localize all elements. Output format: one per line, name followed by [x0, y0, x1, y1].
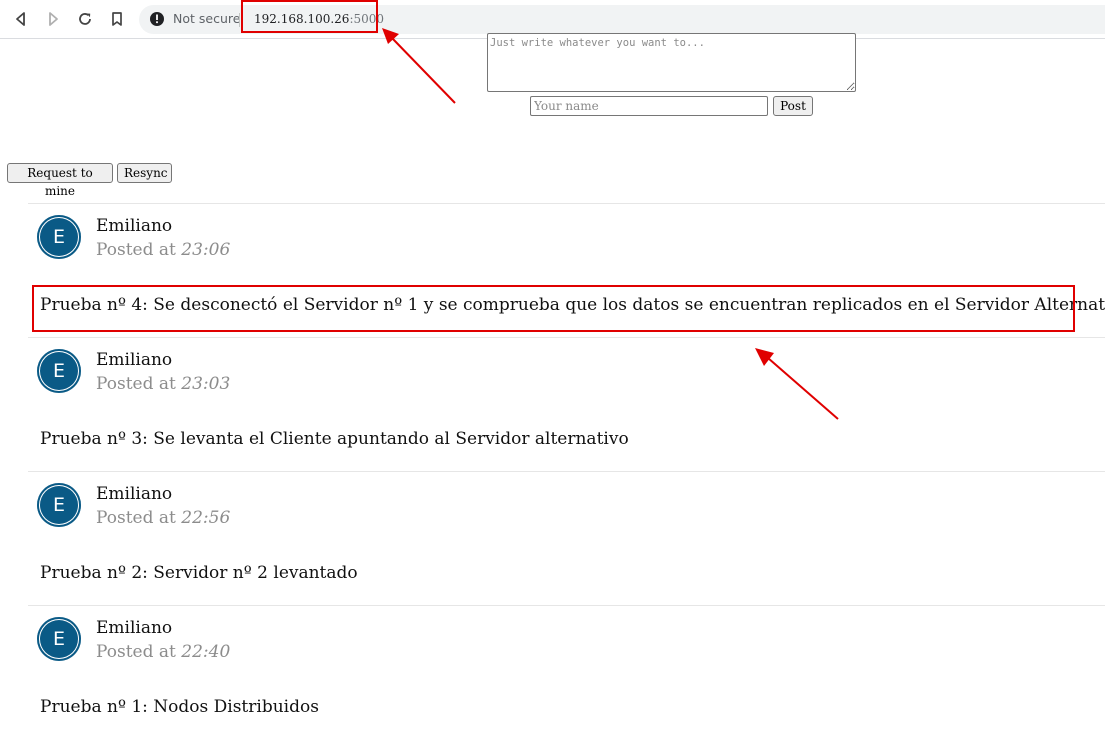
post-content: Prueba nº 2: Servidor nº 2 levantado	[40, 563, 358, 583]
reload-icon	[79, 13, 91, 25]
avatar: E	[37, 349, 81, 393]
forward-icon	[49, 12, 58, 26]
post-timestamp: Posted at 23:03	[96, 374, 230, 394]
post-author: Emiliano	[96, 618, 173, 638]
post-content: Prueba nº 1: Nodos Distribuidos	[40, 697, 319, 717]
posted-prefix: Posted at	[96, 240, 176, 260]
posted-prefix: Posted at	[96, 508, 176, 528]
info-icon[interactable]	[149, 11, 165, 27]
url-highlight-box	[241, 0, 378, 33]
posts-feed: E Emiliano Posted at 23:06 Prueba nº 4: …	[28, 203, 1105, 739]
request-to-mine-button[interactable]: Request to mine	[7, 163, 113, 198]
url-arrow-line	[391, 37, 456, 104]
avatar: E	[37, 617, 81, 661]
post-item: E Emiliano Posted at 22:40 Prueba nº 1: …	[28, 605, 1105, 739]
forward-button[interactable]	[40, 6, 66, 32]
post-button[interactable]: Post	[773, 96, 813, 116]
post-time: 23:03	[181, 374, 231, 394]
post-item: E Emiliano Posted at 22:56 Prueba nº 2: …	[28, 471, 1105, 605]
post-author: Emiliano	[96, 350, 173, 370]
bookmark-icon	[112, 12, 122, 26]
reload-button[interactable]	[72, 6, 98, 32]
post-item: E Emiliano Posted at 23:03 Prueba nº 3: …	[28, 337, 1105, 471]
post-content: Prueba nº 3: Se levanta el Cliente apunt…	[40, 429, 629, 449]
resync-button[interactable]: Resync	[117, 163, 172, 183]
avatar: E	[37, 483, 81, 527]
post-author: Emiliano	[96, 484, 173, 504]
security-label: Not secure	[173, 11, 241, 26]
name-input[interactable]	[530, 96, 768, 116]
back-button[interactable]	[8, 6, 34, 32]
posted-prefix: Posted at	[96, 642, 176, 662]
avatar: E	[37, 215, 81, 259]
post-timestamp: Posted at 23:06	[96, 240, 230, 260]
posted-prefix: Posted at	[96, 374, 176, 394]
back-icon	[16, 12, 25, 26]
message-textarea[interactable]	[487, 33, 856, 92]
post-time: 23:06	[181, 240, 231, 260]
post-timestamp: Posted at 22:40	[96, 642, 230, 662]
post-highlight-box	[32, 285, 1075, 332]
post-time: 22:40	[181, 642, 231, 662]
bookmark-button[interactable]	[104, 6, 130, 32]
post-time: 22:56	[181, 508, 231, 528]
omnibox-divider	[239, 13, 240, 27]
post-author: Emiliano	[96, 216, 173, 236]
post-timestamp: Posted at 22:56	[96, 508, 230, 528]
